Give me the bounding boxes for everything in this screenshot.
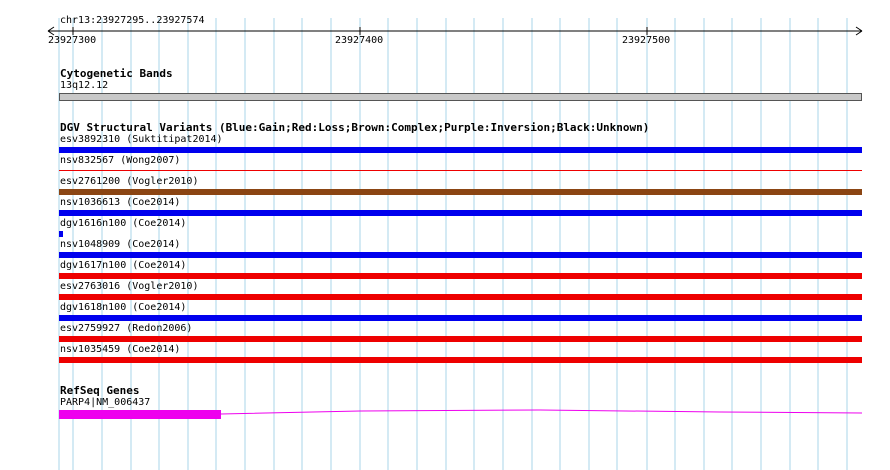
gene-model[interactable] bbox=[0, 0, 890, 470]
genome-browser-view: chr13:23927295..23927574 23927300 239274… bbox=[0, 0, 890, 470]
